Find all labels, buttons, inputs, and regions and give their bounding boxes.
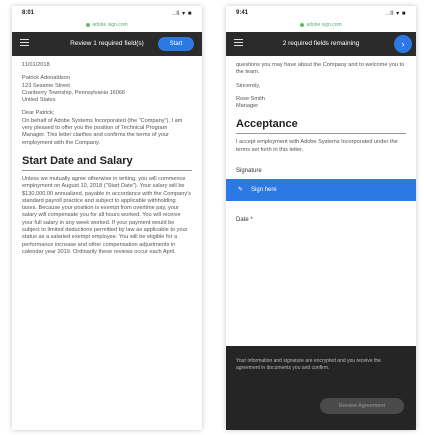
signal-battery-icon: ..ll ▾ ■ [386, 11, 406, 17]
status-time: 8:01 [22, 10, 35, 16]
address-line: Patrick Adonaldson [22, 75, 70, 82]
date-field[interactable]: Date * [236, 217, 406, 224]
signer-title: Manager [236, 103, 259, 110]
signal-battery-icon: ..ll ▾ ■ [172, 11, 192, 17]
agreement-content: questions you may have about the Company… [226, 56, 416, 231]
signer-name: Rose Smith [236, 95, 265, 102]
letter-date: 11/01/2018 [22, 62, 50, 68]
url-text: adobe sign.com [306, 22, 342, 28]
address-block: Patrick Adonaldson 123 Sesame Street Cra… [22, 75, 192, 104]
left-phone-screen: 8:01 ..ll ▾ ■ adobe sign.com Review 1 re… [12, 6, 202, 430]
signing-toolbar: 2 required fields remaining › [226, 32, 416, 56]
toolbar-title: 2 required fields remaining [282, 40, 360, 47]
lock-icon [300, 22, 305, 27]
footer-text: Your information and signature are encry… [236, 358, 381, 371]
lock-icon [86, 22, 91, 27]
status-bar: 8:01 ..ll ▾ ■ [12, 6, 202, 22]
url-bar[interactable]: adobe sign.com [226, 22, 416, 32]
sign-here-field[interactable]: ✎ Sign here [226, 179, 416, 202]
address-line: Cranberry Township, Pennsylvania 16066 [22, 89, 126, 96]
next-field-arrow-icon[interactable]: › [394, 35, 412, 53]
paragraph-text: questions you may have about the Company… [236, 62, 405, 76]
signing-toolbar: Review 1 required field(s) Start [12, 32, 202, 56]
greeting: Dear Patrick: [22, 110, 55, 117]
review-agreement-button[interactable]: Review Agreement [320, 398, 404, 414]
status-time: 9:41 [236, 10, 249, 16]
salary-paragraph: Unless we mutually agree otherwise in wr… [22, 175, 191, 255]
right-phone-screen: 9:41 ..ll ▾ ■ adobe sign.com 2 required … [226, 6, 416, 430]
closing: Sincerely, [236, 82, 261, 89]
acceptance-text: I accept employment with Adobe Systems I… [236, 139, 398, 153]
address-line: 123 Sesame Street [22, 82, 70, 89]
agreement-content: 11/01/2018 Patrick Adonaldson 123 Sesame… [12, 56, 202, 262]
url-bar[interactable]: adobe sign.com [12, 22, 202, 32]
sign-here-label: Sign here [251, 187, 277, 194]
pen-icon: ✎ [238, 187, 244, 194]
section-heading-acceptance: Acceptance [236, 118, 406, 135]
section-heading-start-date: Start Date and Salary [22, 155, 192, 171]
url-text: adobe sign.com [92, 22, 128, 28]
consent-footer: Your information and signature are encry… [226, 346, 416, 430]
signature-label: Signature [236, 168, 262, 175]
intro-paragraph: On behalf of Adobe Systems Incorporated … [22, 117, 183, 146]
address-line: United States [22, 97, 56, 104]
start-button[interactable]: Start [158, 37, 194, 51]
status-bar: 9:41 ..ll ▾ ■ [226, 6, 416, 22]
signer-block: Rose Smith Manager [236, 96, 406, 111]
